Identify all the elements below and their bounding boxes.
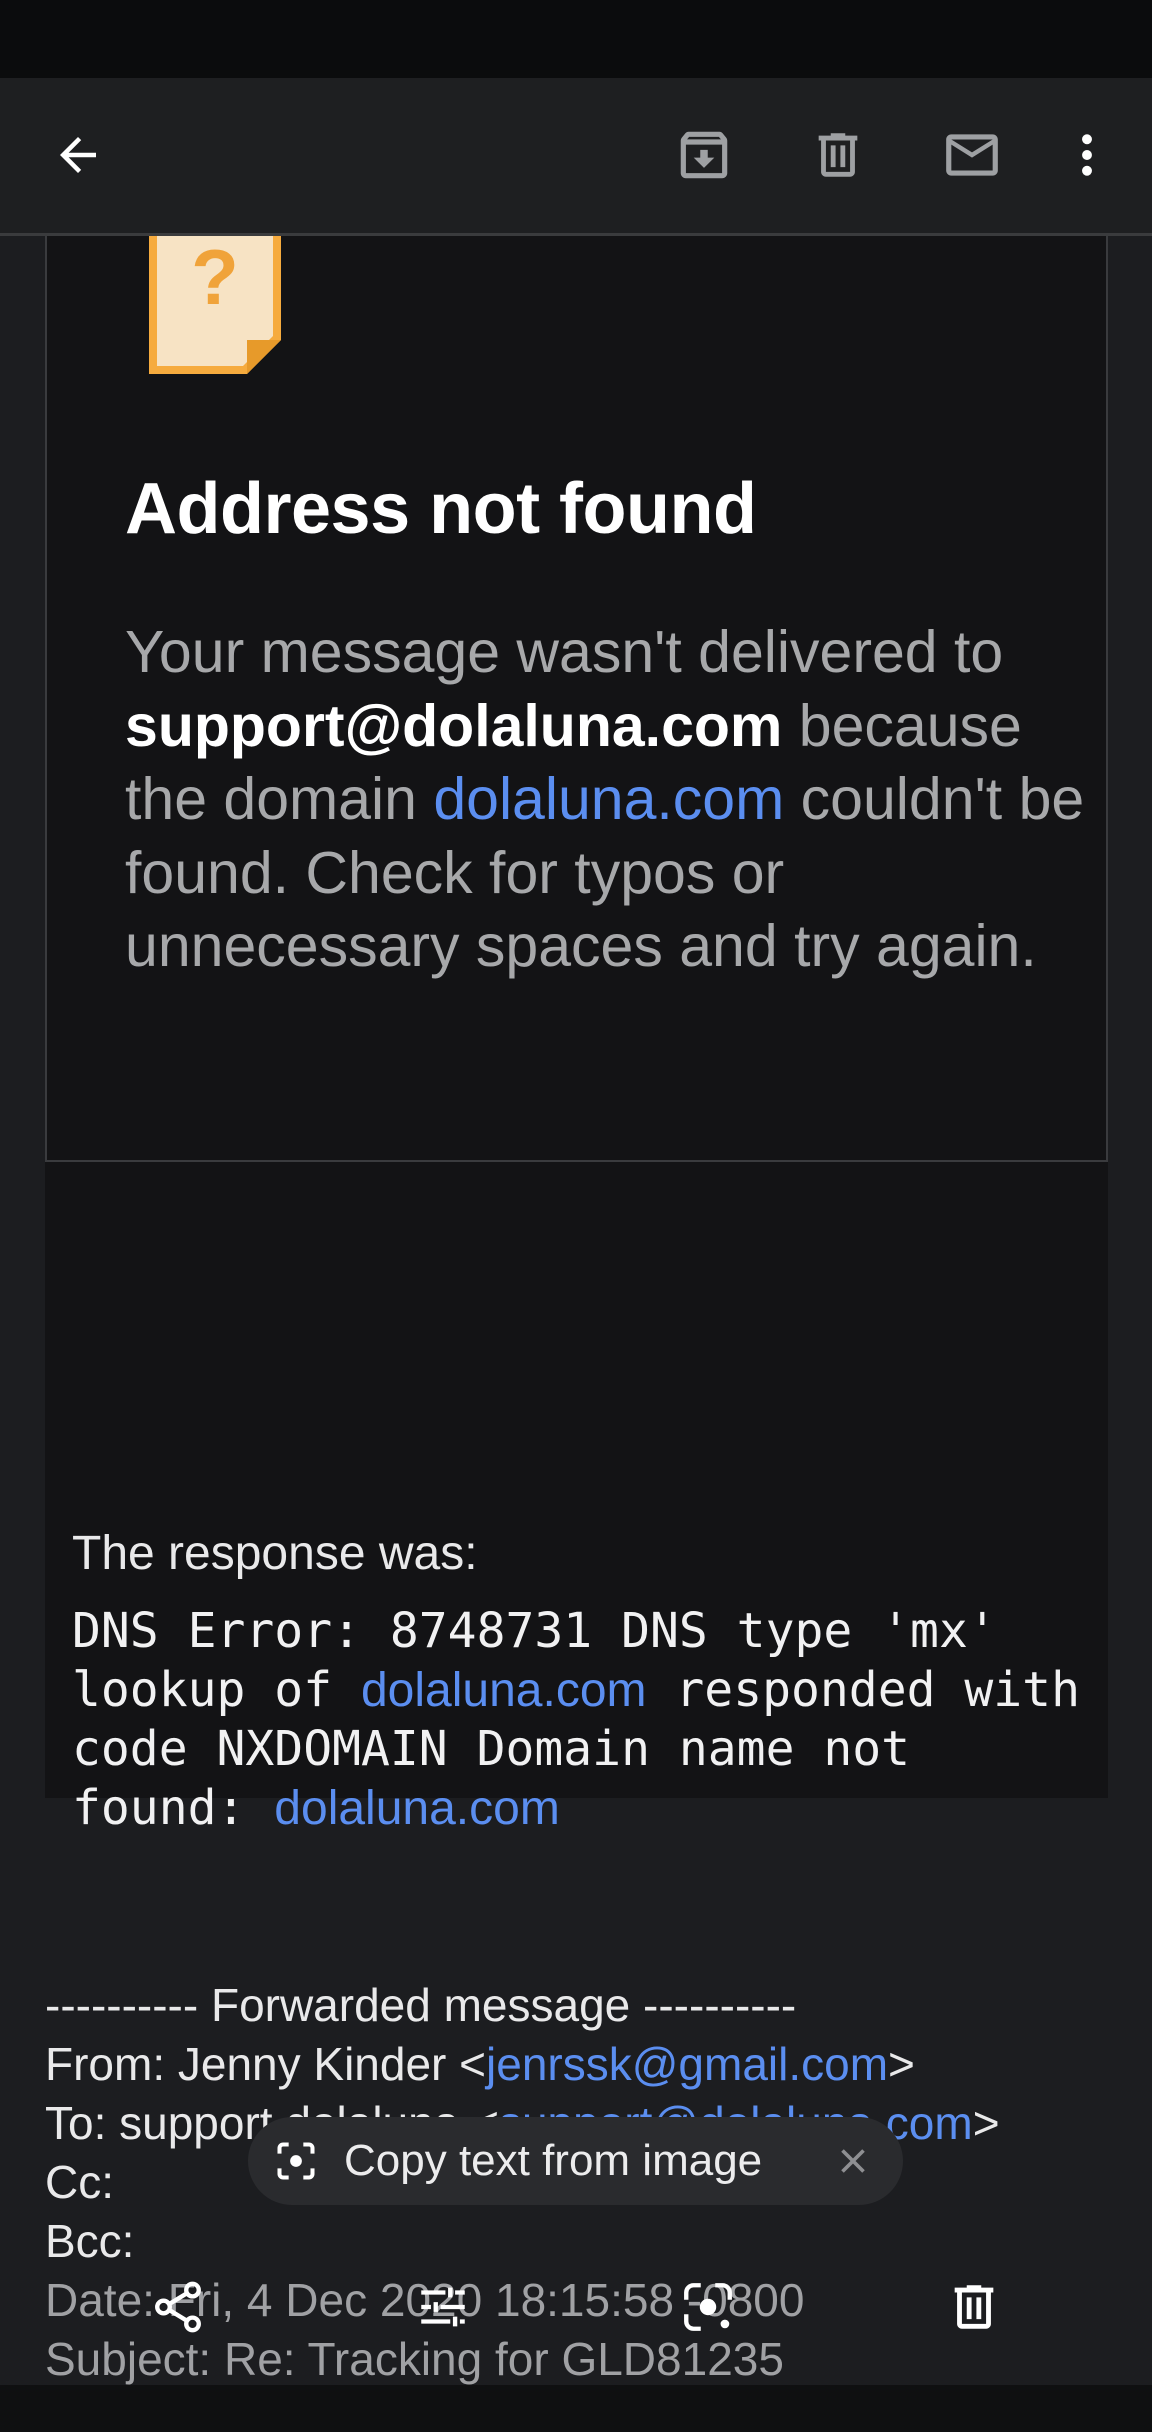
bounce-notice-card: ? Address not found Your message wasn't … <box>45 236 1108 1162</box>
to-end: > <box>972 2097 1000 2149</box>
svg-text:?: ? <box>191 236 239 321</box>
forwarded-header: ---------- Forwarded message ---------- <box>45 1979 797 2031</box>
response-details: The response was: DNS Error: 8748731 DNS… <box>45 1162 1108 1836</box>
from-label: From: Jenny Kinder < <box>45 2038 487 2090</box>
domain-link[interactable]: dolaluna.com <box>274 1782 560 1835</box>
lens-button[interactable] <box>663 2262 753 2352</box>
from-email-link[interactable]: jenrssk@gmail.com <box>486 2038 888 2090</box>
close-icon <box>841 2149 865 2173</box>
message-text: Your message wasn't delivered to <box>125 619 1004 685</box>
response-label: The response was: <box>72 1527 478 1580</box>
delete-button[interactable] <box>793 110 883 200</box>
text-scan-icon <box>277 2142 315 2180</box>
archive-icon <box>680 131 728 179</box>
status-bar <box>0 0 1152 78</box>
share-icon <box>155 2281 201 2333</box>
edit-adjust-icon <box>421 2287 465 2327</box>
lens-icon <box>684 2283 732 2331</box>
delete-image-button[interactable] <box>929 2262 1019 2352</box>
dns-error-text: DNS Error: 8748731 DNS type 'mx' lookup … <box>72 1602 1092 1838</box>
bounce-message: Your message wasn't delivered to support… <box>125 616 1085 984</box>
forwarded-from: From: Jenny Kinder <jenrssk@gmail.com> <box>45 2035 1145 2094</box>
email-body: ? Address not found Your message wasn't … <box>0 236 1152 2432</box>
archive-button[interactable] <box>659 110 749 200</box>
more-vert-icon <box>1082 134 1092 176</box>
domain-link[interactable]: dolaluna.com <box>433 766 784 832</box>
navigation-bar <box>0 2385 1152 2432</box>
edit-button[interactable] <box>398 2262 488 2352</box>
recipient-address: support@dolaluna.com <box>125 692 783 759</box>
page-title: Address not found <box>125 469 757 549</box>
app-bar <box>0 78 1152 236</box>
image-toolbar <box>0 2262 1152 2362</box>
share-button[interactable] <box>133 2262 223 2352</box>
mark-unread-button[interactable] <box>927 110 1017 200</box>
mark-unread-icon <box>946 134 998 176</box>
arrow-left-icon <box>60 137 96 173</box>
from-end: > <box>888 2038 915 2090</box>
chip-label: Copy text from image <box>344 2136 763 2185</box>
chip-close-button[interactable] <box>827 2135 879 2187</box>
delete-icon <box>954 2285 994 2329</box>
unknown-document-icon: ? <box>149 236 281 374</box>
delete-icon <box>818 133 858 177</box>
copy-text-from-image-chip[interactable]: Copy text from image <box>248 2117 903 2205</box>
domain-link[interactable]: dolaluna.com <box>361 1664 647 1717</box>
back-button[interactable] <box>33 110 123 200</box>
more-options-button[interactable] <box>1042 110 1132 200</box>
